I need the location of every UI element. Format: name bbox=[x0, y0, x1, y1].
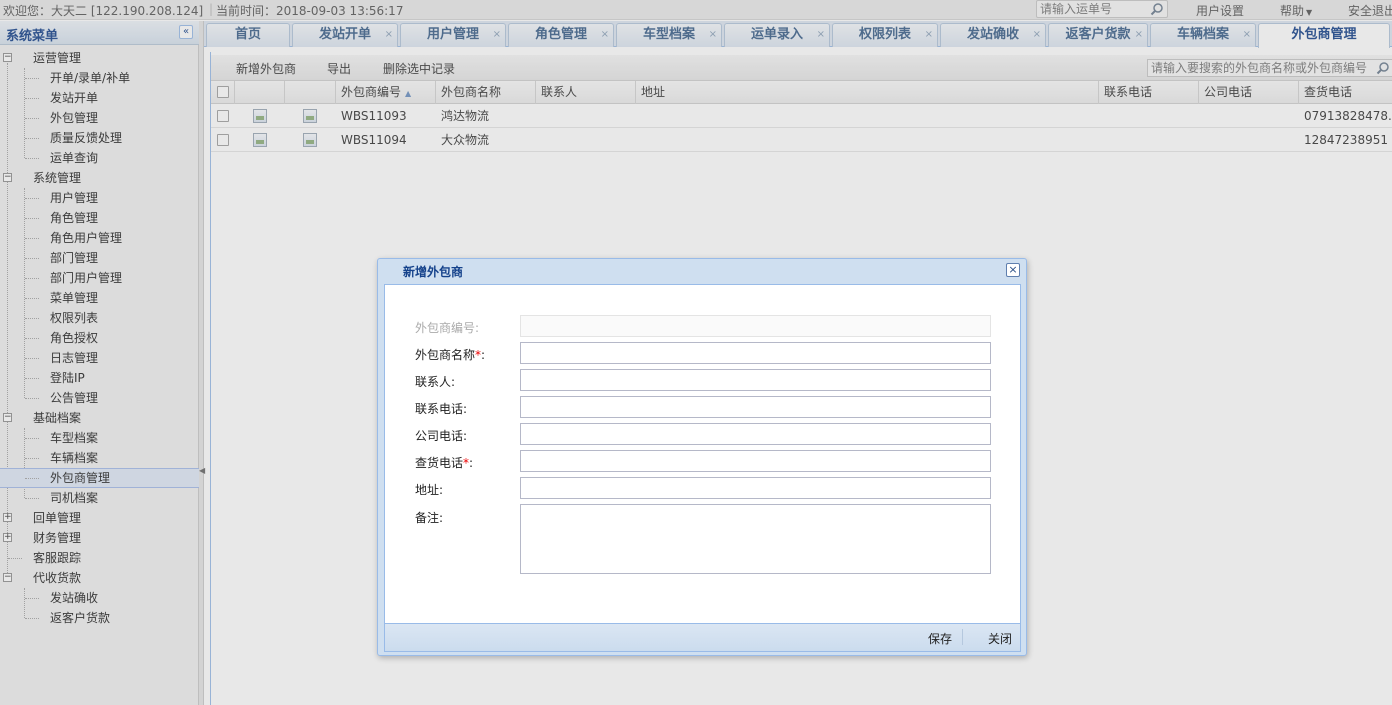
field-label-address: 地址: bbox=[415, 483, 444, 497]
dialog-form: 外包商编号: 外包商名称*: 联系人: 联系电话: 公司电话: 查货电话*: 地… bbox=[384, 284, 1021, 624]
field-label-contact: 联系人: bbox=[415, 375, 456, 389]
inquiry-phone-field[interactable] bbox=[520, 450, 991, 472]
divider bbox=[962, 629, 963, 645]
company-phone-field[interactable] bbox=[520, 423, 991, 445]
contractor-code-field bbox=[520, 315, 991, 337]
contact-phone-field[interactable] bbox=[520, 396, 991, 418]
contact-person-field[interactable] bbox=[520, 369, 991, 391]
close-button[interactable]: 关闭 bbox=[988, 630, 1012, 647]
dialog-title: 新增外包商 bbox=[403, 265, 464, 279]
field-label-name: 外包商名称*: bbox=[415, 348, 486, 362]
field-label-remark: 备注: bbox=[415, 511, 444, 525]
field-label-inquiry-phone: 查货电话*: bbox=[415, 456, 474, 470]
remark-field[interactable] bbox=[520, 504, 991, 574]
contractor-name-field[interactable] bbox=[520, 342, 991, 364]
address-field[interactable] bbox=[520, 477, 991, 499]
add-contractor-dialog: 新增外包商 × 外包商编号: 外包商名称*: 联系人: 联系电话: 公司电话: … bbox=[377, 258, 1027, 656]
save-button[interactable]: 保存 bbox=[928, 630, 952, 647]
field-label-phone: 联系电话: bbox=[415, 402, 468, 416]
dialog-footer: 保存 关闭 bbox=[384, 624, 1021, 652]
field-label-code: 外包商编号: bbox=[415, 321, 480, 335]
field-label-company-phone: 公司电话: bbox=[415, 429, 468, 443]
close-icon[interactable]: × bbox=[1006, 263, 1020, 277]
